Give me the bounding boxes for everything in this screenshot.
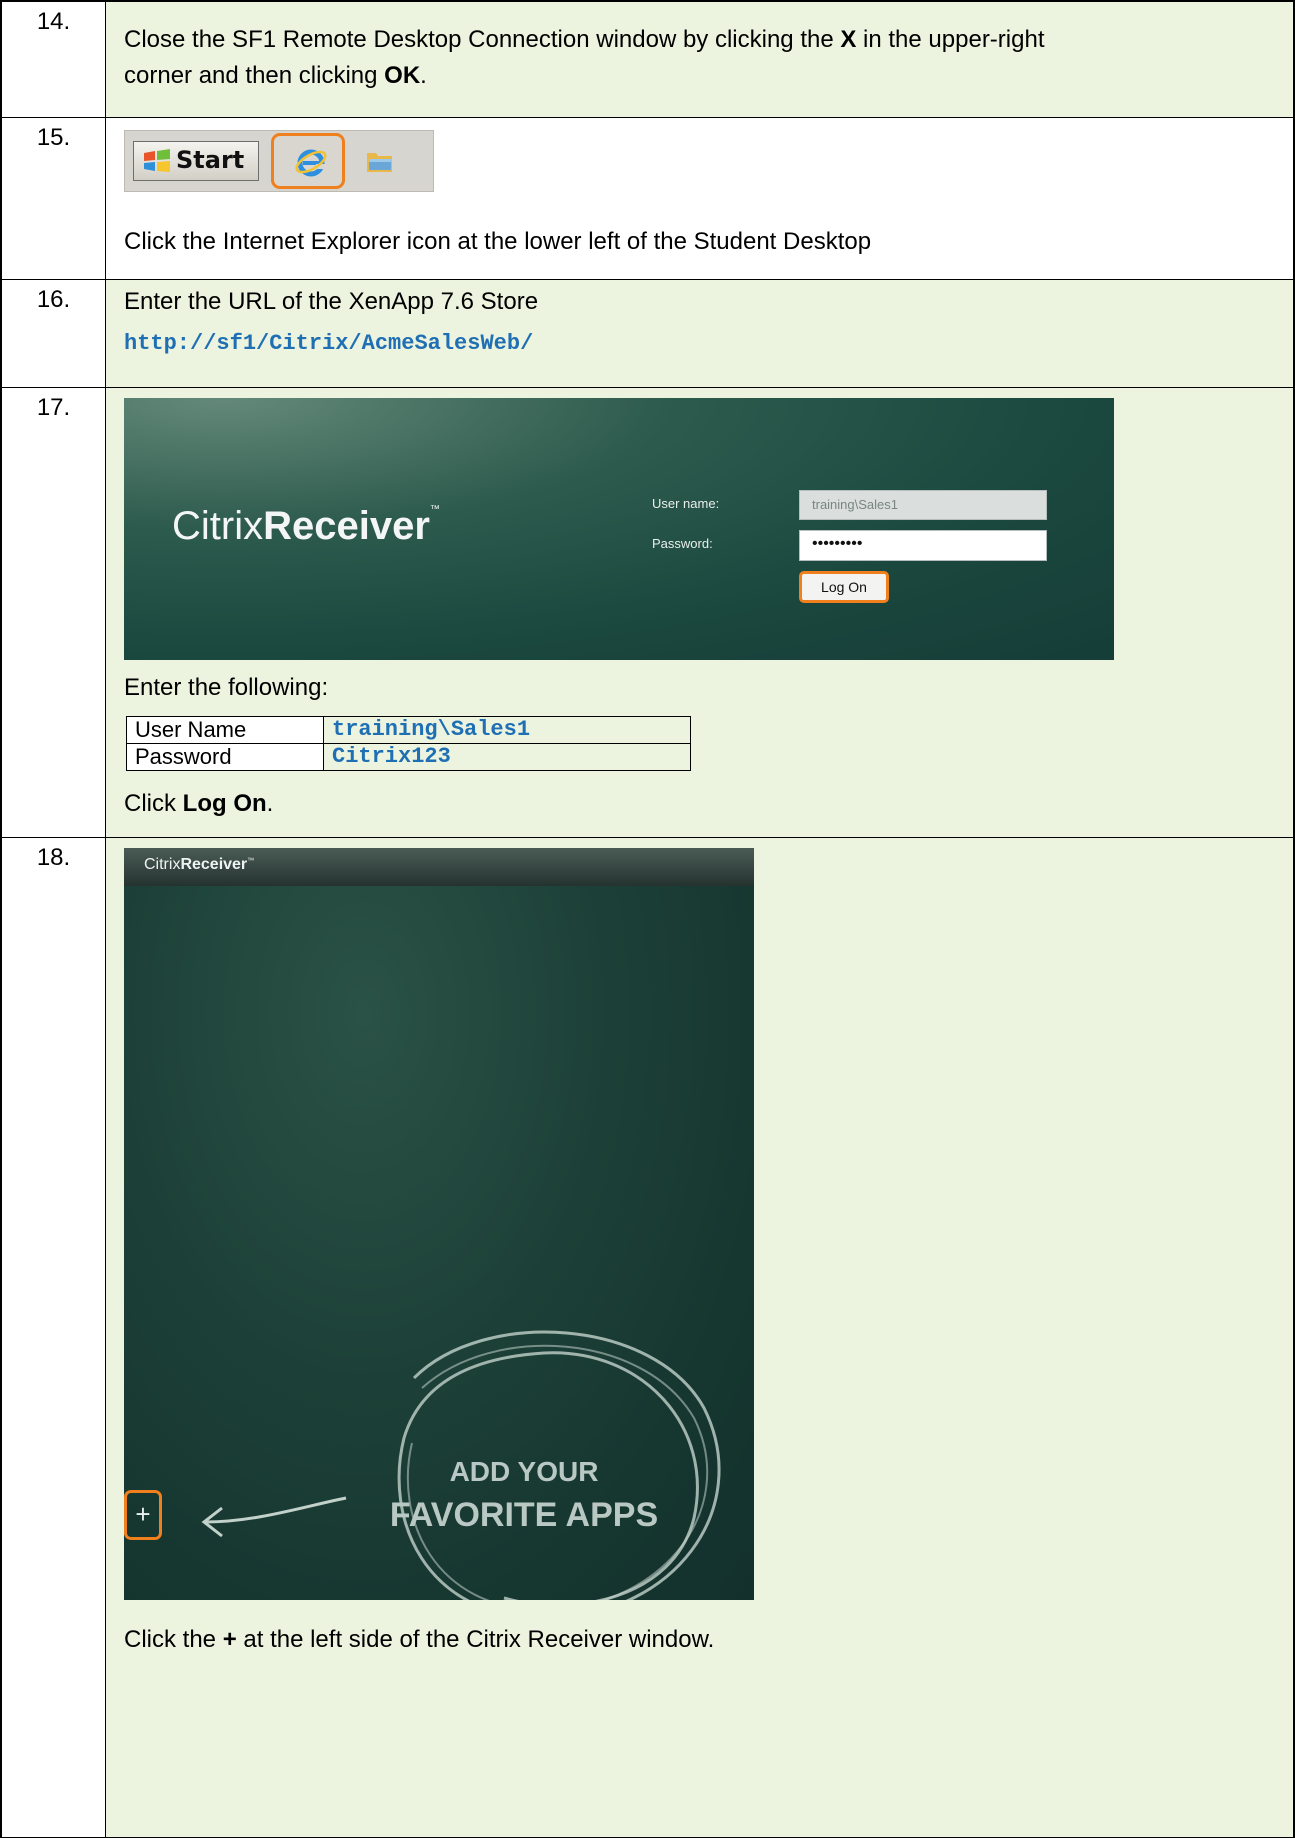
step-number: 16. <box>2 280 106 387</box>
bold-x: X <box>840 26 857 53</box>
text-segment: Click the <box>124 1626 223 1653</box>
step-18-text: Click the + at the left side of the Citr… <box>124 1622 714 1658</box>
table-row: Password Citrix123 <box>126 743 691 771</box>
chalk-arrow-icon <box>201 1496 347 1538</box>
step-number: 14. <box>2 2 106 117</box>
bold-ok: OK <box>384 62 421 89</box>
step-content: CitrixReceiver™ User name: training\Sale… <box>106 388 1293 837</box>
password-label: Password: <box>652 536 713 551</box>
step-content: Start Click the Internet Explorer icon a… <box>106 118 1293 279</box>
add-your-text: ADD YOUR <box>449 1456 599 1487</box>
step-row-16: 16. Enter the URL of the XenApp 7.6 Stor… <box>0 280 1295 388</box>
credentials-table: User Name training\Sales1 Password Citri… <box>126 716 691 771</box>
add-apps-plus-button[interactable]: + <box>124 1490 162 1540</box>
taskbar-screenshot: Start <box>124 130 434 192</box>
step-17-instruction: Enter the following: <box>124 674 329 701</box>
username-label: User name: <box>652 496 720 511</box>
step-number: 17. <box>2 388 106 837</box>
step-content: Enter the URL of the XenApp 7.6 Store ht… <box>106 280 1293 387</box>
password-input[interactable]: ••••••••• <box>799 530 1047 561</box>
step-row-15: 15. Start Click the Internet Explorer ic… <box>0 118 1295 280</box>
logo-name: Receiver <box>263 504 430 548</box>
text-segment: in the upper-right <box>856 26 1045 53</box>
credential-field: User Name <box>126 716 324 744</box>
citrix-receiver-window-screenshot: CitrixReceiver™ ADD YOUR FAVORITE APPS + <box>124 848 754 1600</box>
logo-tm: ™ <box>247 857 255 865</box>
text-segment: corner and then clicking <box>124 62 385 89</box>
step-row-17: 17. CitrixReceiver™ User name: training\… <box>0 388 1295 838</box>
citrix-receiver-login-screenshot: CitrixReceiver™ User name: training\Sale… <box>124 398 1114 660</box>
citrix-receiver-logo: CitrixReceiver™ <box>172 504 440 549</box>
store-url: http://sf1/Citrix/AcmeSalesWeb/ <box>124 331 534 356</box>
step-number: 15. <box>2 118 106 279</box>
favorite-apps-text: FAVORITE APPS <box>389 1496 659 1534</box>
step-content: CitrixReceiver™ ADD YOUR FAVORITE APPS +… <box>106 838 1293 1837</box>
text-segment: Close the SF1 Remote Desktop Connection … <box>124 26 841 53</box>
bold-log-on: Log On <box>182 790 267 817</box>
windows-logo-icon <box>144 149 170 172</box>
text-segment: at the left side of the Citrix Receiver … <box>236 1626 715 1653</box>
start-button[interactable]: Start <box>133 141 259 181</box>
logo-name: Receiver <box>180 856 248 873</box>
step-15-text: Click the Internet Explorer icon at the … <box>124 228 872 255</box>
start-label: Start <box>176 146 245 174</box>
step-row-14: 14. Close the SF1 Remote Desktop Connect… <box>0 0 1295 118</box>
logo-tm: ™ <box>429 504 440 515</box>
step-row-18: 18. CitrixReceiver™ ADD YOUR FAVORITE AP… <box>0 838 1295 1838</box>
text-segment: Click <box>124 790 183 817</box>
logo-prefix: Citrix <box>144 856 181 873</box>
step-17-click-text: Click Log On. <box>124 786 273 822</box>
folder-icon[interactable] <box>365 149 395 175</box>
text-segment: . <box>420 62 427 89</box>
citrix-receiver-logo: CitrixReceiver™ <box>144 856 254 874</box>
table-row: User Name training\Sales1 <box>126 716 691 744</box>
receiver-title-bar: CitrixReceiver™ <box>124 848 754 886</box>
step-content: Close the SF1 Remote Desktop Connection … <box>106 2 1293 117</box>
credential-value: training\Sales1 <box>323 716 691 744</box>
credential-value: Citrix123 <box>323 743 691 771</box>
step-14-text: Close the SF1 Remote Desktop Connection … <box>124 22 1044 94</box>
internet-explorer-icon <box>295 149 327 177</box>
step-number: 18. <box>2 838 106 1837</box>
logo-prefix: Citrix <box>172 504 264 548</box>
log-on-button[interactable]: Log On <box>799 571 889 603</box>
text-segment: . <box>266 790 274 817</box>
internet-explorer-taskbar-button[interactable] <box>271 133 345 189</box>
credential-field: Password <box>126 743 324 771</box>
username-input[interactable]: training\Sales1 <box>799 490 1047 520</box>
step-16-text: Enter the URL of the XenApp 7.6 Store <box>124 288 539 315</box>
bold-plus: + <box>222 1626 237 1653</box>
